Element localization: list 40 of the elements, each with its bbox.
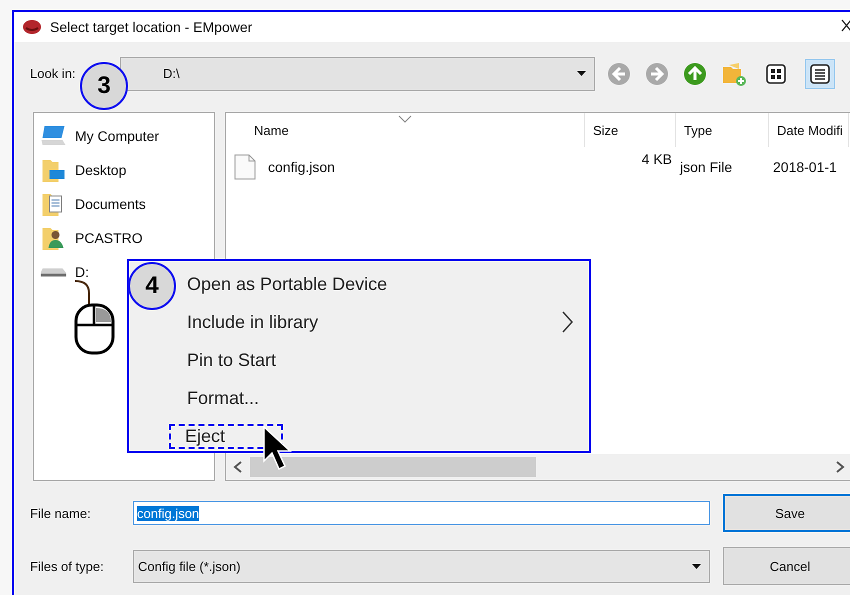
cursor-icon <box>263 426 293 472</box>
sidebar-item[interactable]: PCASTRO <box>75 230 143 246</box>
step-badge: 3 <box>80 62 128 110</box>
file-type: json File <box>678 159 732 175</box>
menu-item[interactable]: Open as Portable Device <box>185 272 390 296</box>
app-icon <box>22 19 42 35</box>
menu-item[interactable]: Include in library <box>185 310 320 334</box>
sidebar-item[interactable]: Documents <box>75 196 146 212</box>
file-name[interactable]: config.json <box>268 159 335 175</box>
column-header[interactable]: Date Modifi <box>769 113 849 147</box>
close-icon[interactable] <box>841 19 850 32</box>
sidebar-item[interactable]: My Computer <box>75 128 160 144</box>
sidebar-item[interactable]: Desktop <box>75 162 126 178</box>
menu-item[interactable]: Pin to Start <box>185 348 278 372</box>
field-label: File name: <box>30 506 92 520</box>
dropdown-caret-icon[interactable] <box>577 71 586 76</box>
view-button[interactable] <box>805 58 835 88</box>
field-label: Files of type: <box>30 558 105 574</box>
column-header[interactable]: Type <box>676 113 769 147</box>
dialog-button[interactable]: Cancel <box>723 547 850 585</box>
file-date: 2018-01-1 <box>772 159 837 175</box>
menu-item[interactable]: Format... <box>185 386 262 410</box>
dialog-button[interactable]: Save <box>723 494 850 532</box>
computer-icon <box>40 125 67 147</box>
dropdown-caret-icon[interactable] <box>692 564 701 568</box>
sort-icon <box>398 115 412 123</box>
file-type-dropdown[interactable]: Config file (*.json) <box>133 550 710 582</box>
file-size: 4 KB <box>642 151 673 167</box>
horizontal-scrollbar[interactable] <box>226 454 850 480</box>
sidebar-item[interactable]: D: <box>75 264 89 280</box>
look-in-dropdown[interactable]: D:\ <box>120 56 595 90</box>
column-header[interactable]: Name <box>226 113 585 147</box>
window-title: Select target location - EMpower <box>50 19 252 35</box>
field-label: Look in: <box>30 66 77 81</box>
column-header[interactable]: Size <box>585 113 676 147</box>
file-name-field[interactable]: config.json <box>133 501 710 525</box>
folder-icon <box>40 158 67 182</box>
up-icon[interactable] <box>683 62 707 86</box>
field-value: config.json <box>137 506 200 520</box>
file-icon <box>234 154 256 180</box>
